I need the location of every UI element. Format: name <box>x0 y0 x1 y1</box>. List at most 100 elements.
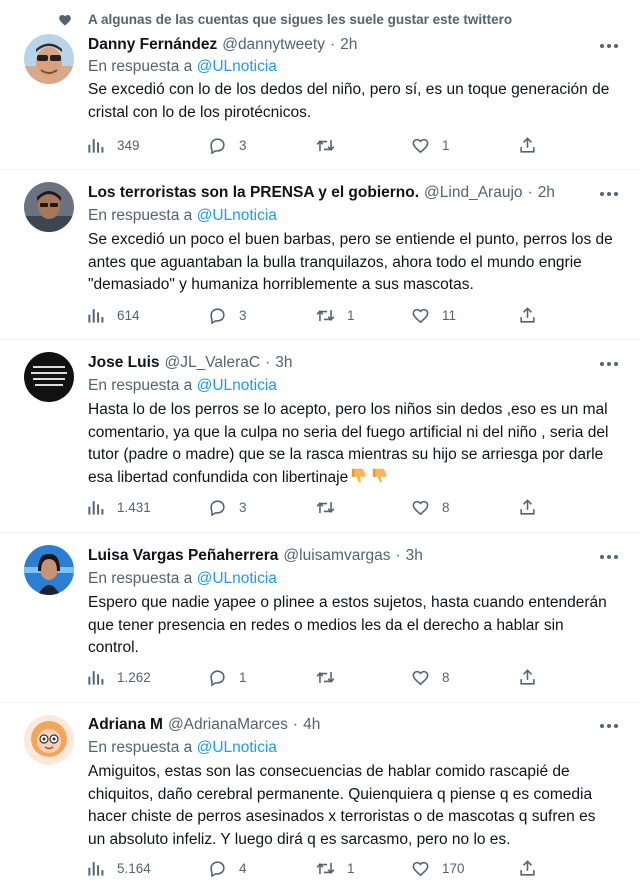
like-count: 8 <box>442 669 450 685</box>
author-name[interactable]: Danny Fernández <box>88 36 217 53</box>
like-icon <box>412 670 429 685</box>
separator-dot: · <box>265 354 271 371</box>
retweet-count: 1 <box>347 307 355 323</box>
tweet[interactable]: Jose Luis @JL_ValeraC · 3h En respuesta a @… <box>0 340 640 533</box>
reply-to-link[interactable]: @ULnoticia <box>197 58 277 75</box>
more-options-icon[interactable] <box>600 192 620 198</box>
like-icon <box>412 138 429 153</box>
timestamp[interactable]: 4h <box>303 716 320 733</box>
retweet-button[interactable]: 1 <box>316 857 355 879</box>
reply-button[interactable]: 3 <box>208 496 247 518</box>
like-button[interactable]: 8 <box>411 496 450 518</box>
views-button[interactable]: 349 <box>86 134 140 156</box>
tweet-text-line: hacer chiste de perros asesinados x terr… <box>88 808 596 825</box>
timestamp[interactable]: 3h <box>406 547 423 564</box>
tweet-text: Amiguitos, estas son las consecuencias d… <box>88 761 628 851</box>
reply-context: En respuesta a @ULnoticia <box>88 207 277 225</box>
more-options-icon[interactable] <box>600 555 620 561</box>
tweet[interactable]: Los terroristas son la PRENSA y el gobie… <box>0 170 640 340</box>
views-button[interactable]: 1.262 <box>86 666 151 688</box>
tweet-header: Jose Luis @JL_ValeraC · 3h <box>88 354 293 372</box>
retweet-button[interactable] <box>316 666 347 688</box>
avatar[interactable] <box>24 715 74 765</box>
views-button[interactable]: 614 <box>86 304 140 326</box>
reply-to-link[interactable]: @ULnoticia <box>197 739 277 756</box>
avatar[interactable] <box>24 545 74 595</box>
tweet-actions: 1.262 1 8 <box>86 666 546 688</box>
tweet-actions: 349 3 1 <box>86 134 546 156</box>
author-handle[interactable]: @Lind_Araujo <box>424 184 522 201</box>
author-name[interactable]: Los terroristas son la PRENSA y el gobie… <box>88 184 419 201</box>
tweet-header: Adriana M @AdrianaMarces · 4h <box>88 716 320 734</box>
like-icon <box>412 500 429 515</box>
author-handle[interactable]: @AdrianaMarces <box>168 716 288 733</box>
retweet-button[interactable]: 1 <box>316 304 355 326</box>
tweet-header: Luisa Vargas Peñaherrera @luisamvargas · 3h <box>88 547 423 565</box>
more-options-icon[interactable] <box>600 44 620 50</box>
views-button[interactable]: 1.431 <box>86 496 151 518</box>
tweet[interactable]: Danny Fernández @dannytweety · 2h En respue… <box>0 32 640 170</box>
timestamp[interactable]: 3h <box>275 354 292 371</box>
separator-dot: · <box>395 547 401 564</box>
reply-icon <box>210 137 225 154</box>
reply-button[interactable]: 3 <box>208 134 247 156</box>
reply-button[interactable]: 1 <box>208 666 247 688</box>
like-button[interactable]: 170 <box>411 857 465 879</box>
avatar[interactable] <box>24 182 74 232</box>
author-handle[interactable]: @luisamvargas <box>283 547 390 564</box>
separator-dot: · <box>527 184 533 201</box>
reply-context: En respuesta a @ULnoticia <box>88 570 277 588</box>
avatar[interactable] <box>24 34 74 84</box>
reply-button[interactable]: 3 <box>208 304 247 326</box>
reply-button[interactable]: 4 <box>208 857 247 879</box>
author-name[interactable]: Adriana M <box>88 716 163 733</box>
like-button[interactable]: 11 <box>411 304 456 326</box>
tweet-text-line: control. <box>88 639 139 656</box>
tweet-text-fragment: esa libertad confundida con libertinaje <box>88 468 349 486</box>
like-button[interactable]: 8 <box>411 666 450 688</box>
tweet-text-line: antes que aguantaban la bulla tranquilaz… <box>88 253 582 271</box>
author-name[interactable]: Jose Luis <box>88 354 160 371</box>
share-button[interactable] <box>518 857 537 879</box>
reply-to-link[interactable]: @ULnoticia <box>197 570 277 587</box>
more-options-icon[interactable] <box>600 362 620 368</box>
reply-to-link[interactable]: @ULnoticia <box>197 207 277 224</box>
share-icon <box>520 136 535 153</box>
like-count: 1 <box>442 137 450 153</box>
retweet-button[interactable] <box>316 496 347 518</box>
retweet-count: 1 <box>347 860 355 876</box>
views-count: 614 <box>117 307 140 323</box>
timestamp[interactable]: 2h <box>340 36 357 53</box>
share-icon <box>520 859 535 876</box>
tweet-actions: 1.431 3 8 <box>86 496 546 518</box>
retweet-button[interactable] <box>316 134 347 156</box>
tweet-text-line: chiquitos, daño cerebral permanente. Qui… <box>88 785 593 803</box>
tweet[interactable]: Adriana M @AdrianaMarces · 4h En respuesta … <box>0 703 640 889</box>
more-options-icon[interactable] <box>600 724 620 730</box>
tweet-text-line-last: esa libertad confundida con libertinaje <box>88 467 628 490</box>
tweet[interactable]: Luisa Vargas Peñaherrera @luisamvargas · 3h… <box>0 533 640 703</box>
author-handle[interactable]: @dannytweety <box>222 36 325 53</box>
reply-icon <box>210 669 225 686</box>
avatar[interactable] <box>24 352 74 402</box>
share-button[interactable] <box>518 666 537 688</box>
tweet-text-line: tutor (padre o madre) que se la rasca mi… <box>88 446 604 463</box>
author-handle[interactable]: @JL_ValeraC <box>165 354 261 371</box>
share-button[interactable] <box>518 496 537 518</box>
share-icon <box>520 668 535 685</box>
like-button[interactable]: 1 <box>411 134 450 156</box>
author-name[interactable]: Luisa Vargas Peñaherrera <box>88 547 278 564</box>
tweet-text-line: comentario, ya que la culpa no seria del… <box>88 423 609 441</box>
share-button[interactable] <box>518 304 537 326</box>
timestamp[interactable]: 2h <box>538 184 555 201</box>
separator-dot: · <box>292 716 299 733</box>
tweet-text: Hasta lo de los perros se lo acepto, per… <box>88 399 628 489</box>
reply-icon <box>210 307 225 324</box>
reply-to-link[interactable]: @ULnoticia <box>197 377 277 394</box>
views-icon <box>88 500 104 515</box>
thumbs-down-emoji-icon <box>373 468 387 483</box>
views-count: 1.262 <box>117 669 151 685</box>
views-button[interactable]: 5.164 <box>86 857 151 879</box>
share-button[interactable] <box>518 134 537 156</box>
tweet-text-line: Amiguitos, estas son las consecuencias d… <box>88 763 570 780</box>
